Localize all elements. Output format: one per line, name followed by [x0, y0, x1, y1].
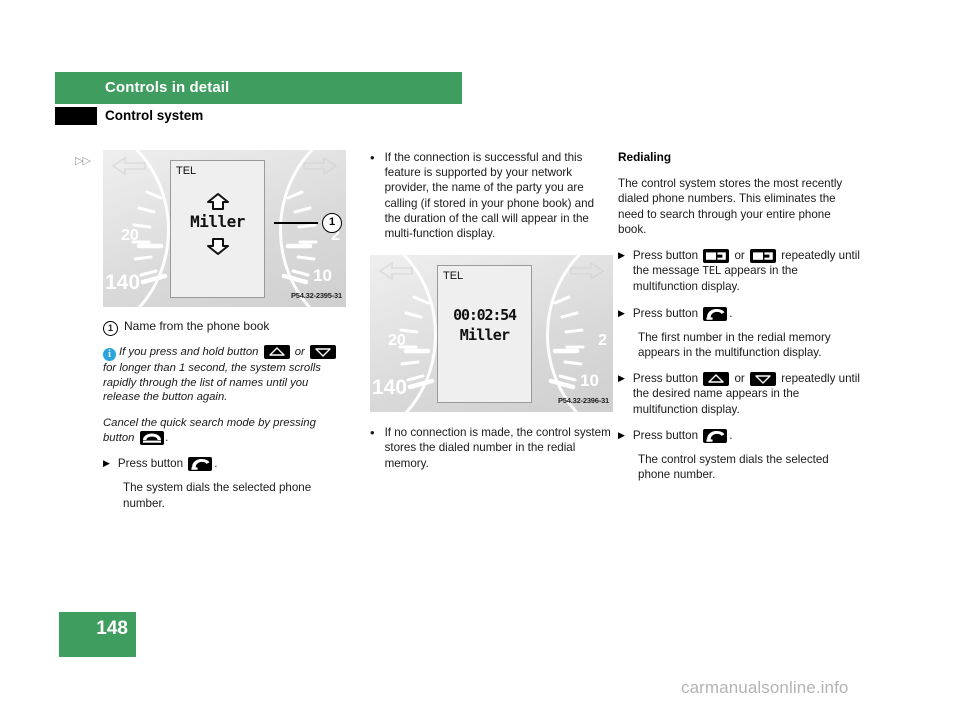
- callout-leader-line: [274, 222, 318, 224]
- section-marker-block: [55, 107, 97, 125]
- chapter-header-band: Controls in detail: [55, 72, 462, 104]
- instrument-cluster-image-2: 20 140 2 10 TEL 00:02:54 Miller P54.32-2…: [370, 255, 613, 413]
- step-press-call-end: .: [214, 457, 218, 471]
- chapter-title: Controls in detail: [105, 79, 230, 96]
- gauge-number-right-big-2: 10: [580, 371, 599, 391]
- step-redial-1-text: Press button or repeatedly until the mes…: [633, 248, 861, 295]
- step-redial-4-end: .: [729, 428, 733, 442]
- step-redial-2: ▶ Press button .: [618, 306, 861, 321]
- step-triangle-icon-2: ▶: [618, 307, 625, 318]
- display-tel-label: TEL: [176, 165, 197, 177]
- multifunction-display-2: TEL 00:02:54 Miller: [437, 265, 532, 404]
- multifunction-display-1: TEL Miller: [170, 160, 265, 298]
- step-redial-2-result: The first number in the redial memory ap…: [638, 330, 831, 360]
- bullet-no-connection-text: If no connection is made, the control sy…: [384, 426, 611, 470]
- info-icon: i: [103, 348, 116, 362]
- gauge-number-right-big: 10: [313, 266, 332, 285]
- step-redial-1-label: Press button: [632, 249, 699, 263]
- bullet-connection-successful: • If the connection is successful and th…: [370, 150, 613, 241]
- figure-code-1: P54.32-2395-31: [291, 290, 342, 300]
- watermark: carmanualsonline.info: [681, 678, 849, 697]
- step-press-call-label: Press button: [117, 457, 184, 471]
- step-triangle-icon-4: ▶: [618, 429, 625, 440]
- step-redial-4-result: The control system dials the selected ph…: [638, 453, 829, 482]
- step-redial-3: ▶ Press button or repeatedly until the d…: [618, 371, 861, 417]
- scroll-up-button-icon-2: [703, 372, 730, 387]
- step-redial-2-text: Press button .: [633, 306, 861, 321]
- legend-number-1: 1: [103, 321, 118, 336]
- gauge-number-right-small-2: 2: [598, 332, 607, 350]
- figure-code-2: P54.32-2396-31: [558, 396, 609, 406]
- double-arrow-icon: ▷▷: [75, 155, 91, 167]
- redialing-intro: The control system stores the most recen…: [618, 177, 843, 236]
- gauge-number-left-small: 20: [121, 227, 139, 244]
- note-text-part2: for longer than 1 second, the system scr…: [103, 362, 321, 404]
- step-redial-4-label: Press button: [632, 428, 699, 442]
- note-text-part1: If you press and hold button: [119, 346, 259, 359]
- column-middle: • If the connection is successful and th…: [370, 150, 613, 471]
- bullet-connection-successful-text: If the connection is successful and this…: [384, 151, 595, 241]
- step-redial-1: ▶ Press button or repeatedly until the m…: [618, 248, 861, 295]
- gauge-number-left-big: 140: [105, 271, 141, 294]
- step-redial-1-code: TEL: [702, 265, 722, 278]
- step-press-call: ▶ Press button .: [103, 456, 346, 472]
- step-redial-3-label: Press button: [632, 372, 699, 386]
- display-right-button-icon: [750, 249, 777, 264]
- step-redial-2-label: Press button: [632, 306, 699, 320]
- redialing-heading: Redialing: [618, 150, 672, 164]
- legend-item-1: 1 Name from the phone book: [103, 319, 346, 336]
- step-redial-2-end: .: [729, 306, 733, 320]
- step-redial-1-or: or: [734, 249, 745, 263]
- figure-call-duration: 20 140 2 10 TEL 00:02:54 Miller P54.32-2…: [370, 255, 613, 413]
- column-left: ▷▷ 20 140 2 10 TEL Miller P54.32-2395-31…: [75, 150, 346, 511]
- display-down-arrow-icon: [171, 237, 264, 259]
- scroll-up-button-icon: [263, 345, 290, 360]
- step-redial-4-text: Press button .: [633, 428, 861, 443]
- step-result-dials: The system dials the selected phone numb…: [123, 481, 312, 510]
- scroll-down-button-icon: [309, 345, 336, 360]
- instrument-cluster-image-1: 20 140 2 10 TEL Miller P54.32-2395-31: [103, 150, 346, 307]
- step-redial-3-or: or: [734, 372, 745, 386]
- step-press-call-text: Press button .: [117, 456, 346, 472]
- display-tel-label-2: TEL: [443, 270, 464, 283]
- scroll-down-button-icon-2: [750, 372, 777, 387]
- cancel-note: Cancel the quick search mode by pressing…: [103, 416, 346, 445]
- display-left-button-icon: [703, 249, 730, 264]
- figure-phonebook-name: ▷▷ 20 140 2 10 TEL Miller P54.32-2395-31…: [75, 150, 346, 307]
- column-right: Redialing The control system stores the …: [618, 150, 861, 482]
- page-number-box: 148: [59, 612, 136, 657]
- cancel-note-text: Cancel the quick search mode by pressing…: [103, 416, 316, 444]
- legend-text-1: Name from the phone book: [124, 319, 270, 333]
- display-caller-name: Miller: [190, 212, 245, 231]
- cancel-note-end: .: [165, 431, 169, 444]
- callout-number-1: 1: [322, 213, 342, 233]
- hang-up-button-icon: [139, 430, 164, 445]
- note-or: or: [294, 346, 305, 359]
- bullet-dot-icon: •: [370, 150, 375, 165]
- call-button-icon: [188, 457, 213, 472]
- gauge-number-left-big-2: 140: [372, 376, 408, 400]
- display-caller-name-2: Miller: [459, 326, 510, 345]
- step-triangle-icon-1: ▶: [618, 250, 625, 261]
- step-triangle-icon: ▶: [103, 458, 110, 469]
- info-note: i If you press and hold button or for lon…: [103, 345, 346, 405]
- bullet-no-connection: • If no connection is made, the control …: [370, 425, 613, 471]
- manual-page: Controls in detail Control system ▷▷ 20 …: [0, 0, 960, 720]
- gauge-number-left-small-2: 20: [388, 332, 406, 350]
- call-button-icon-3: [703, 428, 728, 443]
- step-redial-4: ▶ Press button .: [618, 428, 861, 443]
- step-triangle-icon-3: ▶: [618, 373, 625, 384]
- step-redial-3-text: Press button or repeatedly until the des…: [633, 371, 861, 417]
- bullet-dot-icon-2: •: [370, 425, 375, 441]
- display-call-duration: 00:02:54: [453, 306, 517, 325]
- call-button-icon-2: [703, 306, 728, 321]
- page-number: 148: [96, 618, 128, 639]
- section-title: Control system: [105, 108, 204, 123]
